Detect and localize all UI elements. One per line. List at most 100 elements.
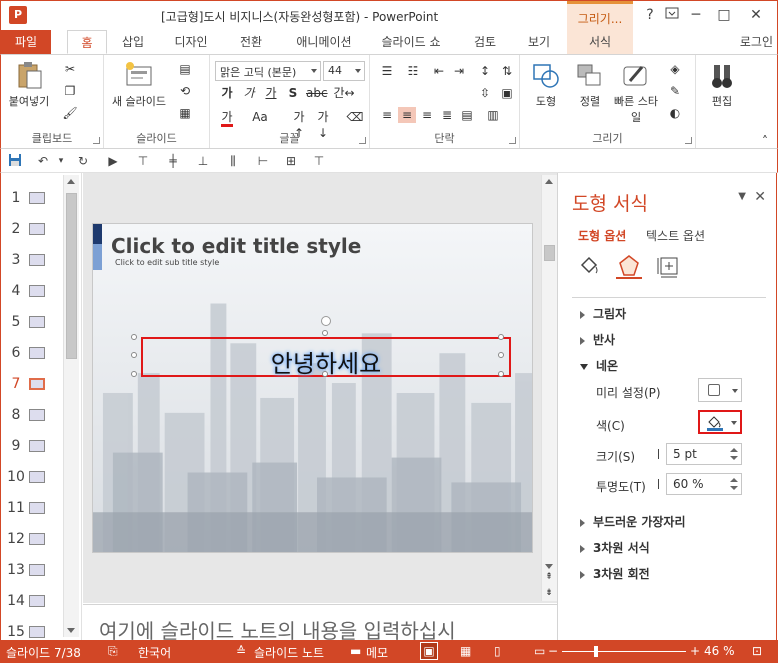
editor-scroll-thumb[interactable] (544, 245, 555, 261)
start-slideshow-icon[interactable]: ▶ (105, 153, 121, 169)
thumbnail-item[interactable]: 12 (1, 528, 63, 552)
collapse-ribbon-icon[interactable]: ˄ (756, 133, 774, 149)
paste-button[interactable]: 붙여넣기 (7, 61, 51, 109)
text-direction-icon[interactable]: ⇅ (498, 63, 516, 79)
align-right-icon[interactable]: ≡ (418, 107, 436, 123)
spin-down-icon[interactable] (730, 456, 738, 460)
copy-icon[interactable]: ❐ (61, 83, 79, 99)
slide-sorter-icon[interactable]: ▦ (460, 644, 471, 658)
thumbnail-item[interactable]: 5 (1, 311, 63, 335)
align-center-icon[interactable]: ≡ (398, 107, 416, 123)
grow-font-icon[interactable]: 가↑ (290, 109, 308, 140)
resize-handle[interactable] (322, 371, 328, 377)
quick-styles-button[interactable]: 빠른 스타일 (614, 61, 658, 125)
align-left-icon[interactable]: ≡ (378, 107, 396, 123)
thumbnail-item[interactable]: 2 (1, 218, 63, 242)
char-spacing-icon[interactable]: 간↔ (330, 85, 358, 101)
reading-view-icon[interactable]: ▯ (494, 644, 501, 658)
chevron-down-icon[interactable]: ▾ (53, 153, 69, 169)
tab-slideshow[interactable]: 슬라이드 쇼 (375, 30, 447, 54)
align-bottom-icon[interactable]: ⊥ (195, 153, 211, 169)
tab-insert[interactable]: 삽입 (113, 30, 153, 54)
bullets-icon[interactable]: ☰ (378, 63, 396, 79)
thumbnail-item[interactable]: 9 (1, 435, 63, 459)
resize-handle[interactable] (498, 371, 504, 377)
powerpoint-app-icon[interactable]: P (9, 6, 27, 24)
shape-outline-icon[interactable]: ✎ (666, 83, 684, 99)
tab-animations[interactable]: 애니메이션 (285, 30, 363, 54)
thumbnail-item[interactable]: 11 (1, 497, 63, 521)
shape-effects-icon[interactable]: ◐ (666, 105, 684, 121)
thumbnail-item[interactable]: 4 (1, 280, 63, 304)
zoom-out-icon[interactable]: − (548, 644, 558, 658)
tab-file[interactable]: 파일 (1, 30, 51, 54)
align-text-icon[interactable]: ⇳ (476, 85, 494, 101)
resize-handle[interactable] (131, 352, 137, 358)
previous-slide-icon[interactable]: ⇞ (542, 569, 556, 585)
distributed-icon[interactable]: ▤ (458, 107, 476, 123)
comments-button[interactable]: 메모 (366, 644, 388, 661)
paragraph-launcher-icon[interactable] (509, 137, 516, 144)
size-slider-icon[interactable] (658, 449, 659, 459)
new-slide-button[interactable]: 새 슬라이드 (106, 61, 172, 109)
slide-subtitle-placeholder[interactable]: Click to edit sub title style (115, 258, 219, 267)
resize-handle[interactable] (131, 371, 137, 377)
decrease-indent-icon[interactable]: ⇤ (430, 63, 448, 79)
scroll-down-icon[interactable] (67, 628, 75, 633)
font-size-select[interactable]: 44 (323, 61, 365, 81)
thumbnail-item[interactable]: 14 (1, 590, 63, 614)
spell-check-icon[interactable]: ⎘ (108, 644, 118, 659)
layout-icon[interactable]: ▤ (176, 61, 194, 77)
font-name-select[interactable]: 맑은 고딕 (본문) (215, 61, 321, 81)
section-glow[interactable]: 네온 (580, 357, 618, 374)
shapes-button[interactable]: 도형 (526, 61, 566, 109)
thumbnail-item[interactable]: 7 (1, 373, 63, 397)
tab-view[interactable]: 보기 (517, 30, 561, 54)
section-soft-edges[interactable]: 부드러운 가장자리 (580, 513, 686, 530)
redo-icon[interactable]: ↻ (75, 153, 91, 169)
rotate-handle-icon[interactable] (321, 316, 331, 326)
effects-icon[interactable] (616, 253, 642, 279)
columns-icon[interactable]: ▥ (484, 107, 502, 123)
zoom-slider-thumb[interactable] (594, 646, 598, 657)
close-button[interactable]: ✕ (745, 5, 767, 25)
editing-button[interactable]: 편집 (702, 61, 742, 109)
numbering-icon[interactable]: ☷ (404, 63, 422, 79)
notes-pane[interactable]: 여기에 슬라이드 노트의 내용을 입력하십시 (83, 604, 557, 640)
zoom-level[interactable]: 46 % (704, 644, 735, 658)
thumbnail-item[interactable]: 3 (1, 249, 63, 273)
format-painter-icon[interactable]: 🖌 (61, 105, 79, 121)
justify-icon[interactable]: ≣ (438, 107, 456, 123)
spin-down-icon[interactable] (730, 486, 738, 490)
thumbnail-item[interactable]: 13 (1, 559, 63, 583)
font-launcher-icon[interactable] (359, 137, 366, 144)
slide-canvas[interactable]: Click to edit title style Click to edit … (92, 223, 533, 553)
minimize-button[interactable]: ─ (685, 5, 707, 25)
clipboard-launcher-icon[interactable] (93, 137, 100, 144)
increase-indent-icon[interactable]: ⇥ (450, 63, 468, 79)
close-pane-icon[interactable]: ✕ (754, 189, 766, 205)
thumbnails-scrollbar[interactable] (63, 175, 79, 637)
align-top-icon[interactable]: ⊤ (135, 153, 151, 169)
thumbnail-item[interactable]: 1 (1, 187, 63, 211)
fit-slide-icon[interactable]: ⊡ (752, 644, 762, 658)
tab-design[interactable]: 디자인 (165, 30, 217, 54)
maximize-button[interactable]: □ (713, 5, 735, 25)
align-left-qat-icon[interactable]: ⊢ (255, 153, 271, 169)
bold-icon[interactable]: 가 (218, 85, 236, 101)
transparency-slider-icon[interactable] (658, 479, 659, 489)
slide-title-placeholder[interactable]: Click to edit title style (111, 234, 361, 258)
shadow-icon[interactable]: S (284, 85, 302, 101)
section-3d-format[interactable]: 3차원 서식 (580, 539, 650, 556)
tab-review[interactable]: 검토 (463, 30, 507, 54)
underline-icon[interactable]: 가 (262, 85, 280, 101)
tab-format[interactable]: 서식 (567, 30, 633, 54)
tab-transitions[interactable]: 전환 (229, 30, 273, 54)
align-center-qat-icon[interactable]: ⊞ (283, 153, 299, 169)
italic-icon[interactable]: 가 (240, 85, 258, 101)
distribute-horizontal-icon[interactable]: ⫼ (225, 153, 241, 169)
font-color-icon[interactable]: 가 (218, 109, 236, 127)
notes-toggle-button[interactable]: 슬라이드 노트 (254, 644, 324, 661)
shrink-font-icon[interactable]: 가↓ (314, 109, 332, 140)
change-case-icon[interactable]: Aa (248, 109, 272, 125)
